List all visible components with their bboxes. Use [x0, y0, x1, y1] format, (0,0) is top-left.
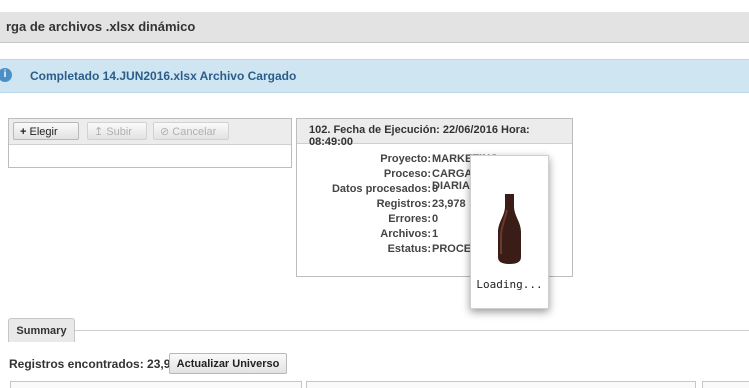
field-datos-value: 0	[432, 183, 439, 195]
field-errores-value: 0	[432, 213, 439, 225]
status-message-text: Completado 14.JUN2016.xlsx Archivo Carga…	[30, 69, 297, 83]
plus-icon: +	[20, 126, 27, 138]
loading-dialog: Loading...	[470, 155, 549, 309]
records-found-label: Registros encontrados: 23,978	[9, 357, 184, 371]
info-icon: i	[0, 68, 12, 82]
upload-arrow-icon: ↥	[94, 126, 104, 138]
choose-button[interactable]: + Elegir	[13, 122, 79, 140]
field-registros-value: 23,978	[432, 198, 466, 210]
cancel-button[interactable]: ⊘ Cancelar	[153, 122, 229, 140]
tab-strip-line	[75, 330, 749, 331]
bottle-icon	[498, 194, 521, 264]
upload-button[interactable]: ↥ Subir	[87, 122, 147, 140]
upload-toolbar: + Elegir ↥ Subir ⊘ Cancelar	[9, 119, 291, 145]
refresh-universe-button[interactable]: Actualizar Universo	[169, 353, 287, 374]
loading-label: Loading...	[476, 278, 543, 291]
cancel-icon: ⊘	[160, 126, 170, 138]
execution-header: 102. Fecha de Ejecución: 22/06/2016 Hora…	[297, 119, 572, 148]
field-archivos-value: 1	[432, 228, 439, 240]
window-title: rga de archivos .xlsx dinámico	[6, 19, 196, 34]
execution-title: 102. Fecha de Ejecución: 22/06/2016 Hora…	[309, 124, 530, 148]
upload-panel: + Elegir ↥ Subir ⊘ Cancelar	[8, 118, 292, 168]
status-message: i Completado 14.JUN2016.xlsx Archivo Car…	[0, 59, 749, 93]
window-titlebar: rga de archivos .xlsx dinámico	[0, 12, 749, 43]
tab-summary[interactable]: Summary	[8, 318, 75, 342]
